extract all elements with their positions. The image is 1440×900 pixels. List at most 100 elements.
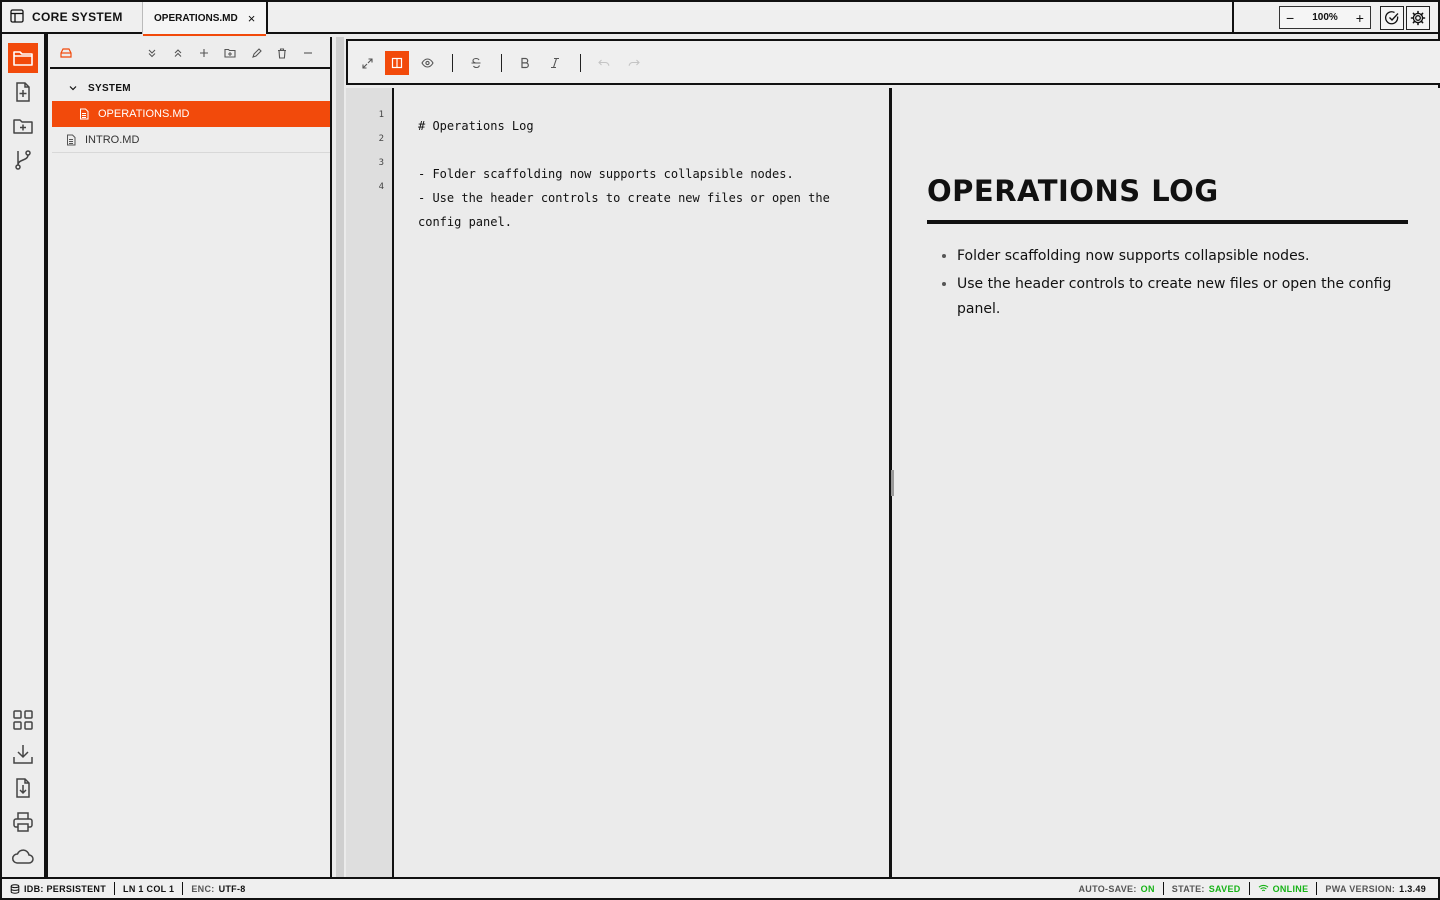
tab-operations[interactable]: OPERATIONS.MD × <box>142 2 268 36</box>
idb-status: IDB: PERSISTENT <box>24 883 107 894</box>
editor-line: # Operations Log <box>418 119 534 133</box>
version-label: PWA VERSION: <box>1325 883 1396 894</box>
pane-resize-handle[interactable] <box>891 470 894 496</box>
markdown-editor[interactable]: # Operations Log - Folder scaffolding no… <box>392 88 892 877</box>
explorer-button[interactable] <box>8 43 38 73</box>
folder-plus-icon <box>224 48 236 58</box>
editor-line: - Folder scaffolding now supports collap… <box>418 167 794 181</box>
cursor-position: LN 1 COL 1 <box>115 882 184 895</box>
split-view-button[interactable] <box>385 51 409 75</box>
version-status: PWA VERSION: 1.3.49 <box>1317 882 1434 895</box>
line-number: 2 <box>378 134 384 144</box>
preview-list-item: Use the header controls to create new fi… <box>957 272 1408 322</box>
encoding-status: ENC: UTF-8 <box>183 882 253 895</box>
storage-status: IDB: PERSISTENT <box>10 882 116 895</box>
strikethrough-button[interactable] <box>464 51 488 75</box>
state-value: SAVED <box>1208 883 1241 894</box>
storage-button[interactable] <box>58 45 74 61</box>
encoding-value: UTF-8 <box>218 883 246 894</box>
download-icon <box>13 745 33 764</box>
folder-plus-icon <box>13 119 33 134</box>
print-button[interactable] <box>8 807 38 837</box>
version-value: 1.3.49 <box>1399 883 1426 894</box>
tree-file-intro[interactable]: INTRO.MD <box>52 127 330 153</box>
redo-icon <box>628 59 640 66</box>
chevron-down-icon <box>69 86 77 91</box>
minimize-panel-button[interactable] <box>300 45 316 61</box>
gear-icon <box>1410 10 1426 26</box>
grid-icon <box>13 710 33 730</box>
zoom-level: 100% <box>1312 12 1338 23</box>
save-state: STATE: SAVED <box>1164 882 1250 895</box>
tree-file-operations[interactable]: OPERATIONS.MD <box>52 101 330 127</box>
italic-button[interactable] <box>543 51 567 75</box>
line-number: 3 <box>378 158 384 168</box>
tree-item-label: INTRO.MD <box>85 133 140 146</box>
zoom-out-button[interactable]: − <box>1286 11 1294 25</box>
zoom-in-button[interactable]: + <box>1356 11 1364 25</box>
bold-icon <box>521 57 529 69</box>
strikethrough-icon <box>471 57 481 69</box>
fullscreen-button[interactable] <box>355 51 379 75</box>
rename-button[interactable] <box>248 45 264 61</box>
app-title: CORE SYSTEM <box>32 10 123 24</box>
online-status: ONLINE <box>1272 883 1309 894</box>
file-download-icon <box>16 778 30 798</box>
tree-item-label: SYSTEM <box>88 82 131 94</box>
explorer-toolbar <box>50 37 330 69</box>
columns-icon <box>391 57 403 69</box>
settings-button[interactable] <box>1406 6 1430 30</box>
minus-icon <box>304 52 312 54</box>
sidebar-resizer[interactable] <box>336 37 344 877</box>
apps-button[interactable] <box>8 705 38 735</box>
editor-line: - Use the header controls to create new … <box>418 191 838 229</box>
add-folder-button[interactable] <box>222 45 238 61</box>
tab-label: OPERATIONS.MD <box>154 12 238 24</box>
encoding-label: ENC: <box>191 883 215 894</box>
undo-button[interactable] <box>592 51 616 75</box>
preview-button[interactable] <box>415 51 439 75</box>
state-label: STATE: <box>1171 883 1205 894</box>
toolbar-divider <box>452 54 453 72</box>
undo-icon <box>598 59 610 66</box>
new-folder-button[interactable] <box>8 111 38 141</box>
tree-folder-system[interactable]: SYSTEM <box>52 75 330 101</box>
italic-icon <box>551 57 559 69</box>
markdown-preview: OPERATIONS LOG Folder scaffolding now su… <box>895 88 1440 877</box>
cloud-sync-button[interactable] <box>8 841 38 871</box>
autosave-value: ON <box>1140 883 1155 894</box>
collapse-all-button[interactable] <box>170 45 186 61</box>
delete-button[interactable] <box>274 45 290 61</box>
app-brand: CORE SYSTEM <box>10 2 123 32</box>
download-button[interactable] <box>8 739 38 769</box>
zoom-control: − 100% + <box>1279 6 1371 29</box>
network-status: ONLINE <box>1250 882 1318 895</box>
trash-icon <box>278 47 286 59</box>
file-icon <box>67 134 76 145</box>
autosave-label: AUTO-SAVE: <box>1078 883 1137 894</box>
top-bar: CORE SYSTEM OPERATIONS.MD × − 100% + <box>2 2 1438 36</box>
source-control-button[interactable] <box>8 145 38 175</box>
app-window: CORE SYSTEM OPERATIONS.MD × − 100% + SYS… <box>0 0 1440 900</box>
activity-bar <box>2 34 48 877</box>
folder-icon <box>13 51 33 66</box>
eye-icon <box>420 58 434 68</box>
bold-button[interactable] <box>513 51 537 75</box>
line-gutter: 1 2 3 4 <box>346 88 392 877</box>
check-circle-icon <box>1384 11 1399 25</box>
file-icon <box>80 108 89 120</box>
line-number: 1 <box>378 110 384 120</box>
database-icon <box>10 883 20 894</box>
status-bar: IDB: PERSISTENT LN 1 COL 1 ENC: UTF-8 AU… <box>2 877 1438 898</box>
redo-button[interactable] <box>622 51 646 75</box>
plus-icon <box>200 49 208 57</box>
export-file-button[interactable] <box>8 773 38 803</box>
add-file-button[interactable] <box>196 45 212 61</box>
expand-icon <box>361 57 373 69</box>
close-icon[interactable]: × <box>248 11 256 26</box>
layout-icon <box>10 8 24 26</box>
check-button[interactable] <box>1380 6 1404 30</box>
printer-icon <box>13 812 33 832</box>
new-file-button[interactable] <box>8 77 38 107</box>
expand-all-button[interactable] <box>144 45 160 61</box>
